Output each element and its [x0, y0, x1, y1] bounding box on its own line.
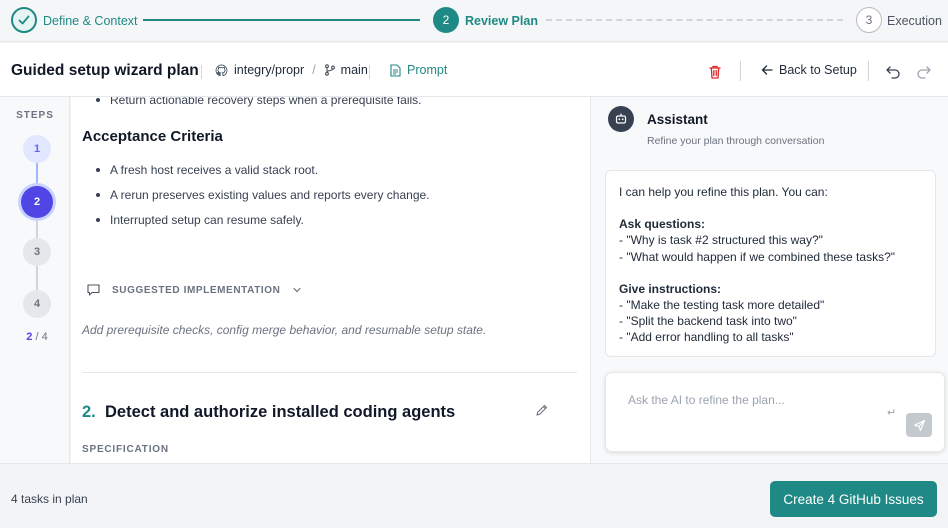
list-item: A fresh host receives a valid stack root… — [95, 163, 319, 177]
suggested-implementation-text: Add prerequisite checks, config merge be… — [82, 323, 487, 337]
rail-connector — [36, 163, 38, 186]
chat-input[interactable] — [628, 393, 908, 407]
wizard-connector-complete — [143, 19, 420, 21]
assistant-avatar — [608, 106, 634, 132]
send-icon — [913, 419, 925, 431]
plan-footer: 4 tasks in plan Create 4 GitHub Issues — [0, 463, 948, 528]
message-intro: I can help you refine this plan. You can… — [619, 185, 828, 199]
chevron-down-icon — [293, 287, 302, 293]
repo-name[interactable]: integry/propr — [234, 63, 304, 77]
total-steps: / 4 — [32, 331, 48, 343]
step-counter: 2 / 4 — [0, 331, 74, 343]
rail-step-2[interactable]: 2 — [21, 186, 53, 218]
wizard-connector-pending — [546, 19, 843, 21]
task-count: 4 tasks in plan — [11, 492, 88, 506]
trash-icon — [709, 65, 721, 79]
wizard-step-3[interactable]: 3 — [856, 7, 882, 33]
rail-connector — [36, 218, 38, 238]
rail-connector — [36, 266, 38, 290]
list-item: A rerun preserves existing values and re… — [96, 188, 430, 202]
message-line: - "Split the backend task into two" — [619, 314, 797, 329]
acceptance-criteria-heading: Acceptance Criteria — [82, 128, 223, 145]
repo-separator: / — [312, 63, 316, 77]
enter-key-hint: ↵ — [887, 407, 897, 419]
back-to-setup-button[interactable]: Back to Setup — [761, 63, 857, 77]
create-github-issues-button[interactable]: Create 4 GitHub Issues — [770, 481, 937, 517]
task-title: Detect and authorize installed coding ag… — [105, 403, 456, 421]
divider — [201, 65, 202, 79]
branch-info[interactable]: main — [324, 63, 368, 77]
plan-content: Return actionable recovery steps when a … — [71, 97, 590, 463]
steps-title: STEPS — [16, 110, 54, 121]
github-icon — [215, 64, 228, 76]
wizard-step-1[interactable] — [11, 7, 37, 33]
wizard-progress: Define & Context 2 Review Plan 3 Executi… — [0, 0, 948, 42]
pencil-icon — [536, 404, 548, 416]
rail-step-3[interactable]: 3 — [23, 238, 51, 266]
repo-info: integry/propr / main — [215, 63, 368, 77]
assistant-message: I can help you refine this plan. You can… — [605, 170, 936, 357]
steps-rail: STEPS 1 2 3 4 2 / 4 — [0, 97, 70, 463]
message-line: - "What would happen if we combined thes… — [619, 249, 895, 264]
questions-heading: Ask questions: — [619, 217, 706, 232]
assistant-subtitle: Refine your plan through conversation — [647, 135, 825, 147]
robot-icon — [615, 113, 627, 124]
rail-step-1[interactable]: 1 — [23, 135, 51, 163]
suggested-implementation-label: SUGGESTED IMPLEMENTATION — [112, 284, 281, 296]
task-number: 2. — [82, 403, 96, 421]
redo-button[interactable] — [915, 63, 933, 81]
git-branch-icon — [324, 64, 335, 76]
document-icon — [390, 63, 401, 77]
branch-name: main — [340, 63, 368, 77]
suggested-implementation-toggle[interactable]: SUGGESTED IMPLEMENTATION — [87, 284, 302, 296]
rail-step-4[interactable]: 4 — [23, 290, 51, 318]
comment-icon — [87, 284, 100, 296]
plan-header: Guided setup wizard plan integry/propr /… — [0, 43, 948, 97]
divider — [740, 61, 741, 81]
prompt-button[interactable]: Prompt — [390, 63, 447, 77]
instructions-heading: Give instructions: — [619, 281, 722, 296]
wizard-step-1-label: Define & Context — [43, 14, 138, 28]
arrow-left-icon — [761, 65, 773, 75]
assistant-panel: Assistant Refine your plan through conve… — [590, 97, 948, 463]
check-icon — [18, 15, 30, 25]
edit-task-button[interactable] — [535, 403, 549, 417]
wizard-step-2[interactable]: 2 — [433, 7, 459, 33]
undo-button[interactable] — [884, 63, 902, 81]
page-title: Guided setup wizard plan — [11, 62, 199, 79]
redo-icon — [917, 66, 931, 79]
message-line: - "Add error handling to all tasks" — [619, 330, 794, 345]
prompt-label: Prompt — [407, 63, 448, 77]
divider — [868, 61, 869, 81]
divider — [369, 65, 370, 79]
specification-label: SPECIFICATION — [82, 444, 169, 455]
send-button[interactable] — [906, 413, 932, 437]
assistant-title: Assistant — [647, 112, 708, 127]
list-item: Interrupted setup can resume safely. — [96, 213, 304, 227]
delete-plan-button[interactable] — [706, 63, 724, 81]
section-divider — [82, 372, 577, 373]
back-label: Back to Setup — [779, 63, 857, 77]
chat-composer: ↵ — [605, 372, 945, 452]
list-item: Return actionable recovery steps when a … — [96, 97, 422, 107]
message-line: - "Make the testing task more detailed" — [619, 298, 825, 313]
wizard-step-2-label: Review Plan — [465, 14, 538, 28]
wizard-step-3-label: Execution — [887, 14, 942, 28]
undo-icon — [886, 66, 900, 79]
message-line: - "Why is task #2 structured this way?" — [619, 233, 823, 248]
